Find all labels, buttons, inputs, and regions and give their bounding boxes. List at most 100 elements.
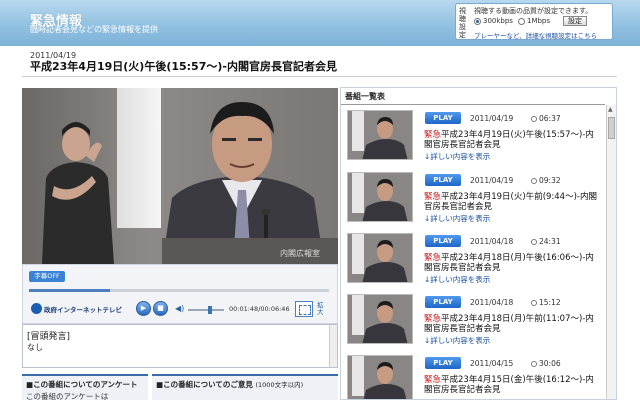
quality-side-label: 視聴設定 bbox=[459, 7, 466, 39]
item-title[interactable]: 緊急平成23年4月18日(月)午前(11:07〜)-内閣官房長官記者会見 bbox=[424, 314, 602, 334]
play-button[interactable]: PLAY bbox=[425, 112, 461, 124]
clock-icon bbox=[531, 361, 537, 367]
item-title-text: 平成23年4月15日(金)午後(16:12〜)-内閣官房長官記者会見 bbox=[424, 375, 594, 395]
play-button[interactable]: PLAY bbox=[425, 357, 461, 369]
list-item: PLAY 2011/04/18 15:12 緊急平成23年4月18日(月)午前(… bbox=[347, 290, 603, 350]
playback-time: 00:01:48/00:06:46 bbox=[229, 305, 290, 313]
description-body: なし bbox=[27, 343, 43, 352]
title-divider bbox=[22, 76, 617, 77]
subtitle-toggle-button[interactable]: 字幕OFF bbox=[29, 271, 65, 282]
play-button[interactable]: PLAY bbox=[425, 296, 461, 308]
detail-link[interactable]: ↓詳しい内容を表示 bbox=[424, 151, 490, 162]
program-list-scrollbar[interactable]: ▲ bbox=[606, 105, 616, 399]
item-title-text: 平成23年4月19日(火)午後(15:57〜)-内閣官房長官記者会見 bbox=[424, 130, 594, 150]
item-duration: 30:06 bbox=[531, 359, 561, 368]
speaker-thumbnail-icon bbox=[348, 111, 412, 159]
speaker-thumbnail-icon bbox=[348, 356, 412, 399]
item-title[interactable]: 緊急平成23年4月19日(火)午後(15:57〜)-内閣官房長官記者会見 bbox=[424, 130, 602, 150]
item-date: 2011/04/18 bbox=[470, 237, 514, 246]
item-title[interactable]: 緊急平成23年4月15日(金)午後(16:12〜)-内閣官房長官記者会見 bbox=[424, 375, 602, 395]
volume-icon[interactable]: ◀) bbox=[175, 304, 184, 313]
item-duration-text: 30:06 bbox=[539, 359, 561, 368]
clock-icon bbox=[531, 178, 537, 184]
play-button[interactable]: ▶ bbox=[136, 301, 151, 316]
speaker-thumbnail-icon bbox=[348, 295, 412, 343]
detailed-settings-link[interactable]: プレーヤーなど、詳細な視聴設定はこちら bbox=[474, 30, 597, 40]
item-duration: 06:37 bbox=[531, 114, 561, 123]
quality-option-1mbps[interactable]: 1Mbps bbox=[518, 17, 550, 25]
gov-tv-logo: 政府インターネットテレビ bbox=[31, 303, 122, 314]
player-controls: 字幕OFF 政府インターネットテレビ ▶ ■ ◀) 00:01:48/00:06… bbox=[22, 264, 338, 324]
quality-option-300kbps[interactable]: 300kbps bbox=[474, 17, 513, 25]
program-list-divider bbox=[341, 104, 605, 105]
program-thumbnail[interactable] bbox=[347, 294, 413, 344]
program-thumbnail[interactable] bbox=[347, 355, 413, 399]
detail-link[interactable]: ↓詳しい内容を表示 bbox=[424, 274, 490, 285]
item-title-text: 平成23年4月18日(月)午前(11:07〜)-内閣官房長官記者会見 bbox=[424, 314, 594, 334]
urgent-label: 緊急 bbox=[424, 375, 442, 385]
radio-icon[interactable] bbox=[518, 17, 525, 25]
clock-icon bbox=[531, 239, 537, 245]
item-title[interactable]: 緊急平成23年4月18日(月)午後(16:06〜)-内閣官房長官記者会見 bbox=[424, 253, 602, 273]
opinion-box: ■この番組についてのご意見 (1000文字以内) bbox=[152, 374, 338, 400]
program-list: 番組一覧表 PLAY 2011/04/19 06:37 緊急平成23年4月19日… bbox=[340, 87, 617, 400]
opinion-note: (1000文字以内) bbox=[255, 381, 304, 389]
scroll-up-icon[interactable]: ▲ bbox=[608, 106, 613, 113]
item-title-text: 平成23年4月19日(火)午前(9:44〜)-内閣官房長官記者会見 bbox=[424, 192, 597, 212]
play-button[interactable]: PLAY bbox=[425, 174, 461, 186]
item-duration-text: 24:31 bbox=[539, 237, 561, 246]
program-description: [冒頭発言] なし bbox=[22, 324, 338, 368]
fullscreen-icon[interactable] bbox=[295, 301, 313, 317]
speaker-thumbnail-icon bbox=[348, 234, 412, 282]
stop-button[interactable]: ■ bbox=[153, 301, 168, 316]
quality-option-1m-label: 1Mbps bbox=[527, 17, 551, 25]
fullscreen-label[interactable]: 拡大 bbox=[317, 302, 327, 316]
seek-bar[interactable] bbox=[29, 289, 329, 292]
page-subtitle: 臨時記者会見などの緊急情報を提供 bbox=[30, 25, 158, 34]
item-duration: 15:12 bbox=[531, 298, 561, 307]
list-item: PLAY 2011/04/15 30:06 緊急平成23年4月15日(金)午後(… bbox=[347, 351, 603, 399]
clock-icon bbox=[531, 300, 537, 306]
item-duration-text: 15:12 bbox=[539, 298, 561, 307]
opinion-title: ■この番組についてのご意見 (1000文字以内) bbox=[156, 379, 303, 390]
header-banner: 緊急情報 臨時記者会見などの緊急情報を提供 視聴設定 視聴する動画の品質が設定で… bbox=[0, 0, 640, 46]
volume-slider-knob[interactable] bbox=[207, 306, 212, 314]
item-duration-text: 06:37 bbox=[539, 114, 561, 123]
quality-set-button[interactable]: 設定 bbox=[563, 16, 587, 26]
list-item: PLAY 2011/04/19 09:32 緊急平成23年4月19日(火)午前(… bbox=[347, 168, 603, 228]
quality-option-300-label: 300kbps bbox=[483, 17, 513, 25]
program-list-heading: 番組一覧表 bbox=[345, 92, 385, 101]
item-duration: 09:32 bbox=[531, 176, 561, 185]
speaker-thumbnail-icon bbox=[348, 173, 412, 221]
urgent-label: 緊急 bbox=[424, 130, 442, 140]
program-thumbnail[interactable] bbox=[347, 233, 413, 283]
urgent-label: 緊急 bbox=[424, 192, 442, 202]
urgent-label: 緊急 bbox=[424, 253, 442, 263]
volume-slider[interactable] bbox=[188, 306, 224, 314]
survey-text: この番組のアンケートは bbox=[26, 392, 109, 400]
item-duration: 24:31 bbox=[531, 237, 561, 246]
gov-tv-logo-icon bbox=[31, 303, 42, 314]
item-title-text: 平成23年4月18日(月)午後(16:06〜)-内閣官房長官記者会見 bbox=[424, 253, 594, 273]
quality-settings-panel: 視聴設定 視聴する動画の品質が設定できます。 300kbps 1Mbps 設定 … bbox=[455, 3, 613, 40]
seek-bar-progress bbox=[29, 289, 110, 292]
description-scrollbar[interactable] bbox=[329, 325, 337, 367]
item-date: 2011/04/19 bbox=[470, 114, 514, 123]
item-date: 2011/04/19 bbox=[470, 176, 514, 185]
detail-link[interactable]: ↓詳しい内容を表示 bbox=[424, 213, 490, 224]
list-item: PLAY 2011/04/19 06:37 緊急平成23年4月19日(火)午後(… bbox=[347, 106, 603, 166]
survey-title: ■この番組についてのアンケート bbox=[26, 380, 138, 389]
opinion-title-text: ■この番組についてのご意見 bbox=[156, 380, 253, 389]
program-thumbnail[interactable] bbox=[347, 110, 413, 160]
urgent-label: 緊急 bbox=[424, 314, 442, 324]
item-date: 2011/04/15 bbox=[470, 359, 514, 368]
scrollbar-thumb[interactable] bbox=[608, 117, 615, 139]
quality-message: 視聴する動画の品質が設定できます。 bbox=[474, 7, 593, 15]
play-button[interactable]: PLAY bbox=[425, 235, 461, 247]
program-title: 平成23年4月19日(火)午後(15:57〜)-内閣官房長官記者会見 bbox=[30, 60, 337, 73]
program-thumbnail[interactable] bbox=[347, 172, 413, 222]
radio-selected-icon[interactable] bbox=[474, 17, 481, 25]
detail-link[interactable]: ↓詳しい内容を表示 bbox=[424, 335, 490, 346]
item-title[interactable]: 緊急平成23年4月19日(火)午前(9:44〜)-内閣官房長官記者会見 bbox=[424, 192, 602, 212]
video-player[interactable]: 内閣広報室 bbox=[22, 88, 338, 264]
